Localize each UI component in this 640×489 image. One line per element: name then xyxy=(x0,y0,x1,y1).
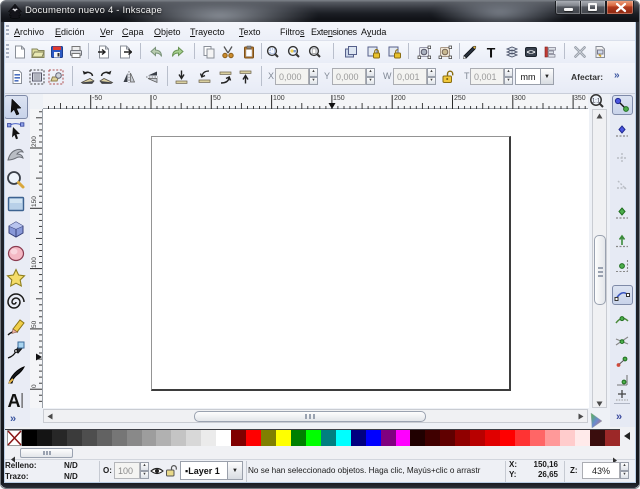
svg-text:<>: <> xyxy=(527,48,536,57)
svg-text:A: A xyxy=(8,391,21,411)
svg-text:T: T xyxy=(487,45,496,59)
svg-text:1:1: 1:1 xyxy=(592,99,601,105)
